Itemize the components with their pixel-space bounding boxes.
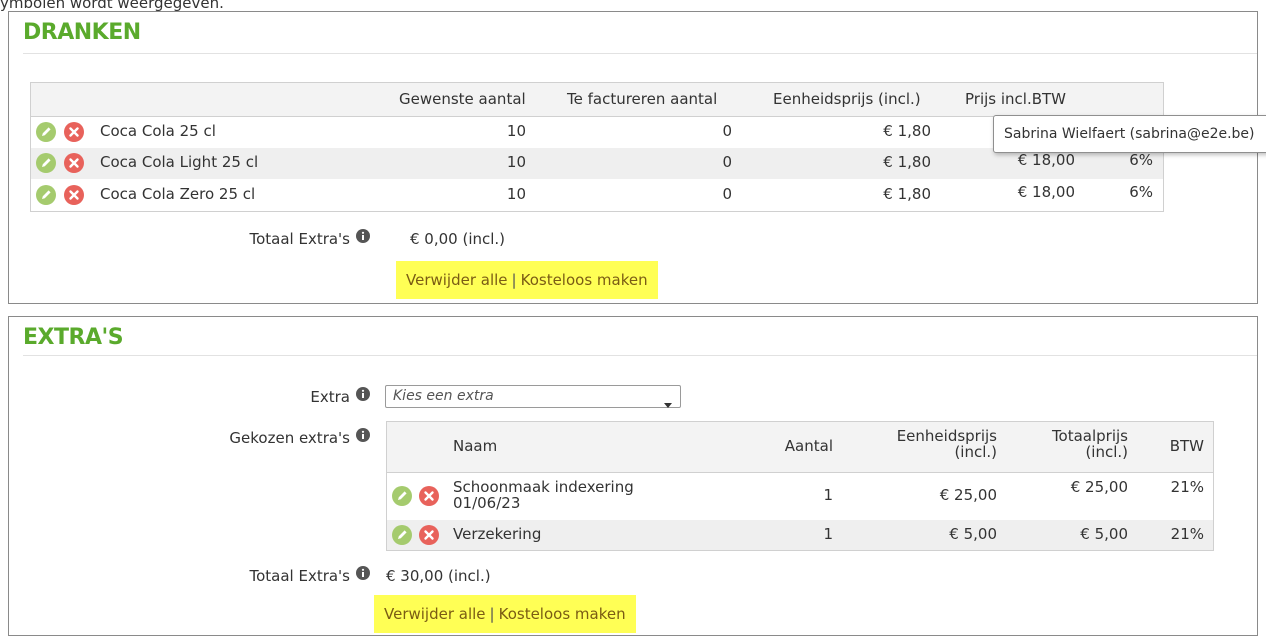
- total-extras-label: Totaal Extra's: [249, 566, 370, 585]
- extra-label-text: Extra: [310, 388, 350, 406]
- x-circle-icon[interactable]: [64, 153, 84, 173]
- table-row: Coca Cola Light 25 cl 10 0 € 1,80 € 18,0…: [31, 148, 1163, 179]
- row-unit-price: € 5,00: [949, 525, 997, 543]
- total-extras-label-text: Totaal Extra's: [249, 567, 350, 585]
- table-row: Verzekering 1 € 5,00 € 5,00 21%: [387, 520, 1213, 550]
- row-qty-wanted: 10: [506, 153, 526, 171]
- row-qty-invoice: 0: [722, 122, 732, 140]
- info-icon[interactable]: [356, 229, 370, 243]
- info-icon[interactable]: [356, 387, 370, 401]
- row-vat: 21%: [1170, 525, 1204, 543]
- edit-icon[interactable]: [392, 525, 412, 545]
- row-total-price: € 25,00: [1070, 478, 1128, 496]
- row-unit-price: € 1,80: [883, 185, 931, 203]
- table-row: Schoonmaak indexering 01/06/23 1 € 25,00…: [387, 472, 1213, 520]
- extras-table: Naam Aantal Eenheidsprijs (incl.) Totaal…: [386, 421, 1214, 551]
- extra-select-value: Kies een extra: [393, 388, 494, 404]
- row-price: € 18,00: [1017, 183, 1075, 201]
- row-name: Verzekering: [453, 525, 542, 543]
- action-separator: |: [511, 271, 517, 289]
- row-unit-price: € 1,80: [883, 153, 931, 171]
- col-unit-price-line2: (incl.): [954, 443, 997, 461]
- chosen-extras-label: Gekozen extra's: [229, 428, 370, 447]
- extras-title: EXTRA'S: [23, 325, 124, 350]
- row-vat: 21%: [1170, 478, 1204, 496]
- remove-all-link[interactable]: Verwijder alle: [384, 605, 486, 623]
- extra-select[interactable]: Kies een extra: [385, 385, 681, 408]
- total-extras-label-text: Totaal Extra's: [249, 230, 350, 248]
- edit-icon[interactable]: [36, 153, 56, 173]
- dranken-title: DRANKEN: [23, 20, 141, 45]
- user-tooltip: Sabrina Wielfaert (sabrina@e2e.be): [993, 115, 1266, 153]
- row-vat: 6%: [1129, 183, 1153, 201]
- row-qty-wanted: 10: [506, 185, 526, 203]
- row-name: Coca Cola 25 cl: [100, 122, 216, 140]
- make-free-link[interactable]: Kosteloos maken: [499, 605, 626, 623]
- x-circle-icon[interactable]: [419, 486, 439, 506]
- row-name: Coca Cola Zero 25 cl: [100, 185, 256, 203]
- edit-icon[interactable]: [392, 486, 412, 506]
- remove-all-link[interactable]: Verwijder alle: [406, 271, 508, 289]
- table-header: Gewenste aantal Te factureren aantal Een…: [31, 83, 1163, 117]
- row-qty-invoice: 0: [722, 185, 732, 203]
- col-total-line2: (incl.): [1085, 443, 1128, 461]
- total-extras-label: Totaal Extra's: [249, 229, 370, 248]
- row-qty-invoice: 0: [722, 153, 732, 171]
- edit-icon[interactable]: [36, 185, 56, 205]
- bulk-actions: Verwijder alle | Kosteloos maken: [396, 261, 658, 299]
- row-qty-wanted: 10: [506, 122, 526, 140]
- total-extras-value: € 0,00 (incl.): [410, 230, 506, 248]
- row-vat: 6%: [1129, 151, 1153, 169]
- row-price: € 18,00: [1017, 151, 1075, 169]
- row-qty: 1: [823, 486, 833, 504]
- row-name-line2: 01/06/23: [453, 494, 521, 512]
- col-name: Naam: [453, 437, 498, 455]
- action-separator: |: [489, 605, 495, 623]
- col-qty: Aantal: [784, 437, 833, 455]
- row-unit-price: € 1,80: [883, 122, 931, 140]
- row-total-price: € 5,00: [1080, 525, 1128, 543]
- x-circle-icon[interactable]: [64, 185, 84, 205]
- info-icon[interactable]: [356, 428, 370, 442]
- make-free-link[interactable]: Kosteloos maken: [521, 271, 648, 289]
- x-circle-icon[interactable]: [419, 525, 439, 545]
- row-name: Coca Cola Light 25 cl: [100, 153, 259, 171]
- row-qty: 1: [823, 525, 833, 543]
- x-circle-icon[interactable]: [64, 122, 84, 142]
- row-name: Schoonmaak indexering 01/06/23: [453, 479, 634, 511]
- col-price: Prijs incl.BTW: [965, 90, 1067, 108]
- col-qty-wanted: Gewenste aantal: [399, 90, 526, 108]
- table-row: Coca Cola Zero 25 cl 10 0 € 1,80 € 18,00…: [31, 179, 1163, 211]
- info-icon[interactable]: [356, 566, 370, 580]
- extras-panel: EXTRA'S Extra Kies een extra Gekozen ext…: [8, 316, 1258, 636]
- title-divider: [23, 355, 1257, 356]
- dranken-panel: DRANKEN Gewenste aantal Te factureren aa…: [8, 11, 1258, 304]
- row-unit-price: € 25,00: [939, 486, 997, 504]
- col-qty-invoice: Te factureren aantal: [567, 90, 718, 108]
- col-vat: BTW: [1169, 437, 1204, 455]
- caret-down-icon: [664, 394, 672, 415]
- col-unit-price: Eenheidsprijs (incl.): [773, 90, 921, 108]
- total-extras-value: € 30,00 (incl.): [386, 567, 491, 585]
- col-total-price: Totaalprijs (incl.): [1052, 428, 1128, 460]
- title-divider: [23, 53, 1257, 54]
- chosen-extras-label-text: Gekozen extra's: [229, 429, 350, 447]
- bulk-actions: Verwijder alle | Kosteloos maken: [374, 595, 636, 633]
- col-unit-price: Eenheidsprijs (incl.): [897, 428, 997, 460]
- edit-icon[interactable]: [36, 122, 56, 142]
- table-header: Naam Aantal Eenheidsprijs (incl.) Totaal…: [387, 422, 1213, 473]
- extra-label: Extra: [310, 387, 370, 406]
